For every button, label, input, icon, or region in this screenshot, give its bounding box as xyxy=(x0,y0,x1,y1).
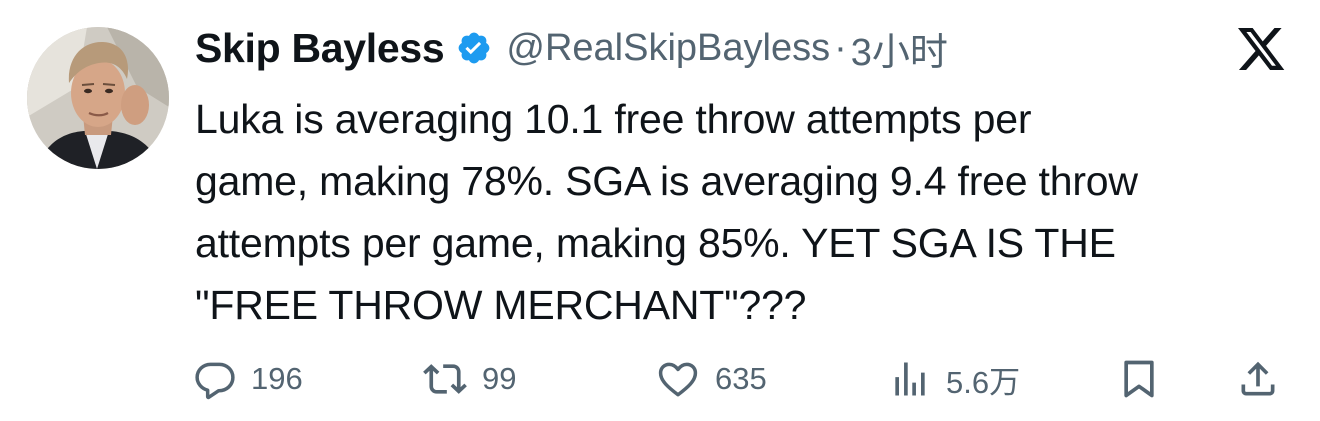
bookmark-button[interactable] xyxy=(1117,355,1161,403)
reply-icon xyxy=(193,357,237,401)
display-name[interactable]: Skip Bayless xyxy=(195,25,445,72)
views-icon xyxy=(888,357,932,401)
verified-badge-icon[interactable] xyxy=(456,30,492,66)
like-button[interactable]: 635 xyxy=(655,355,767,403)
retweet-icon xyxy=(422,357,468,401)
reply-button[interactable]: 196 xyxy=(193,355,303,403)
views-button[interactable]: 5.6万 xyxy=(888,355,1020,403)
bookmark-icon xyxy=(1117,357,1161,401)
tweet-header: Skip Bayless @RealSkipBayless · 3小时 xyxy=(195,18,948,78)
share-icon xyxy=(1236,357,1280,401)
user-handle[interactable]: @RealSkipBayless xyxy=(506,27,830,70)
like-count: 635 xyxy=(715,361,767,396)
timestamp[interactable]: 3小时 xyxy=(851,21,948,76)
tweet-card[interactable]: Skip Bayless @RealSkipBayless · 3小时 Luka… xyxy=(0,0,1320,421)
header-separator: · xyxy=(834,26,847,69)
views-count: 5.6万 xyxy=(946,364,1021,400)
avatar[interactable] xyxy=(27,27,169,169)
retweet-count: 99 xyxy=(482,361,517,396)
heart-icon xyxy=(655,357,701,401)
retweet-button[interactable]: 99 xyxy=(422,355,516,403)
x-logo-icon xyxy=(1238,28,1286,72)
share-button[interactable] xyxy=(1236,355,1280,403)
tweet-text: Luka is averaging 10.1 free throw attemp… xyxy=(195,96,1138,328)
reply-count: 196 xyxy=(251,361,303,396)
